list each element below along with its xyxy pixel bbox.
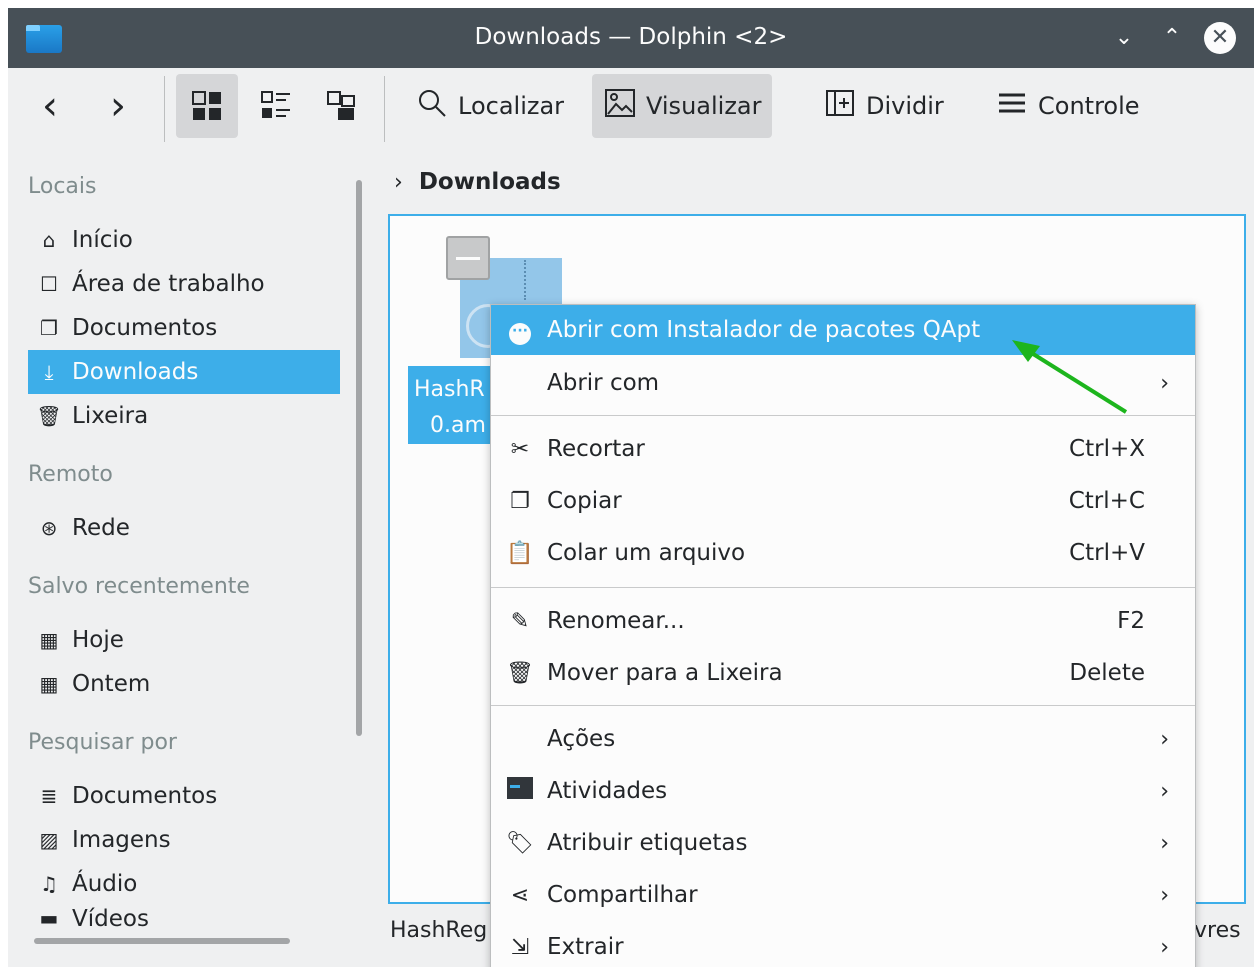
annotation-arrow-icon (1012, 340, 1128, 414)
